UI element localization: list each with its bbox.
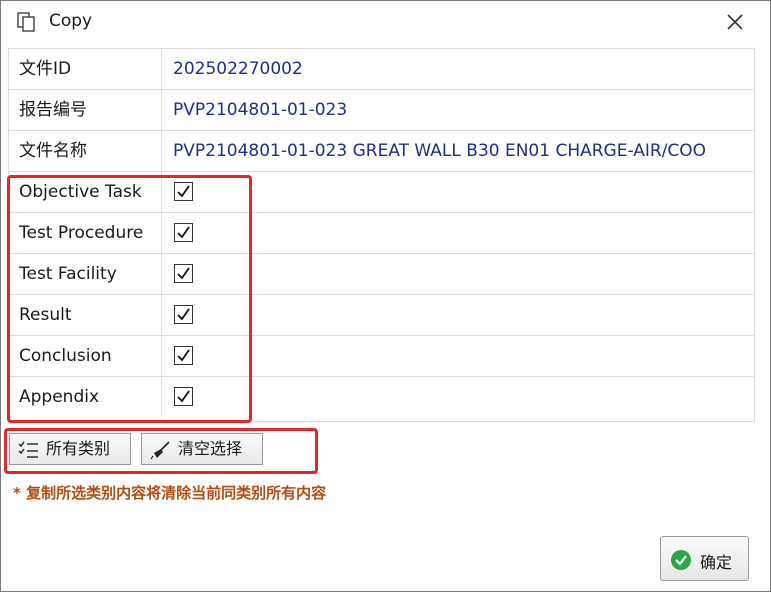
row-label: 文件ID xyxy=(9,49,162,89)
category-row-test-procedure: Test Procedure xyxy=(9,213,754,254)
confirm-label: 确定 xyxy=(700,553,733,572)
category-label: Test Procedure xyxy=(9,213,162,253)
category-row-objective-task: Objective Task xyxy=(9,172,754,213)
copy-icon xyxy=(16,11,38,33)
copy-dialog: Copy 文件ID 202502270002 报告编号 PVP2104801-0… xyxy=(0,0,771,592)
category-checkbox[interactable] xyxy=(174,182,193,201)
category-checkbox[interactable] xyxy=(174,346,193,365)
select-all-label: 所有类别 xyxy=(46,439,111,458)
confirm-button[interactable]: 确定 xyxy=(660,536,749,581)
row-value: PVP2104801-01-023 xyxy=(173,100,348,120)
category-label: Appendix xyxy=(9,377,162,417)
category-row-conclusion: Conclusion xyxy=(9,336,754,377)
category-row-result: Result xyxy=(9,295,754,336)
check-circle-icon xyxy=(670,549,692,575)
info-row-file-name: 文件名称 PVP2104801-01-023 GREAT WALL B30 EN… xyxy=(9,131,754,172)
close-icon[interactable] xyxy=(721,9,749,35)
category-checkbox[interactable] xyxy=(174,264,193,283)
clear-selection-button[interactable]: 清空选择 xyxy=(141,433,263,465)
warning-note: * 复制所选类别内容将清除当前同类别所有内容 xyxy=(13,484,327,502)
category-checkbox[interactable] xyxy=(174,387,193,406)
category-row-test-facility: Test Facility xyxy=(9,254,754,295)
info-row-file-id: 文件ID 202502270002 xyxy=(9,49,754,90)
category-label: Result xyxy=(9,295,162,335)
checklist-icon xyxy=(18,440,40,470)
category-checkbox[interactable] xyxy=(174,223,193,242)
category-label: Conclusion xyxy=(9,336,162,376)
row-value: PVP2104801-01-023 GREAT WALL B30 EN01 CH… xyxy=(173,141,707,161)
clear-selection-label: 清空选择 xyxy=(178,439,243,458)
title-bar: Copy xyxy=(1,1,770,42)
category-checkbox[interactable] xyxy=(174,305,193,324)
properties-table: 文件ID 202502270002 报告编号 PVP2104801-01-023… xyxy=(8,48,755,422)
row-label: 报告编号 xyxy=(9,90,162,130)
row-value: 202502270002 xyxy=(173,59,303,79)
select-all-categories-button[interactable]: 所有类别 xyxy=(9,433,131,465)
broom-icon xyxy=(150,440,172,470)
row-label: 文件名称 xyxy=(9,131,162,171)
info-row-report-number: 报告编号 PVP2104801-01-023 xyxy=(9,90,754,131)
window-title: Copy xyxy=(49,11,93,31)
category-label: Test Facility xyxy=(9,254,162,294)
category-label: Objective Task xyxy=(9,172,162,212)
category-row-appendix: Appendix xyxy=(9,377,754,418)
